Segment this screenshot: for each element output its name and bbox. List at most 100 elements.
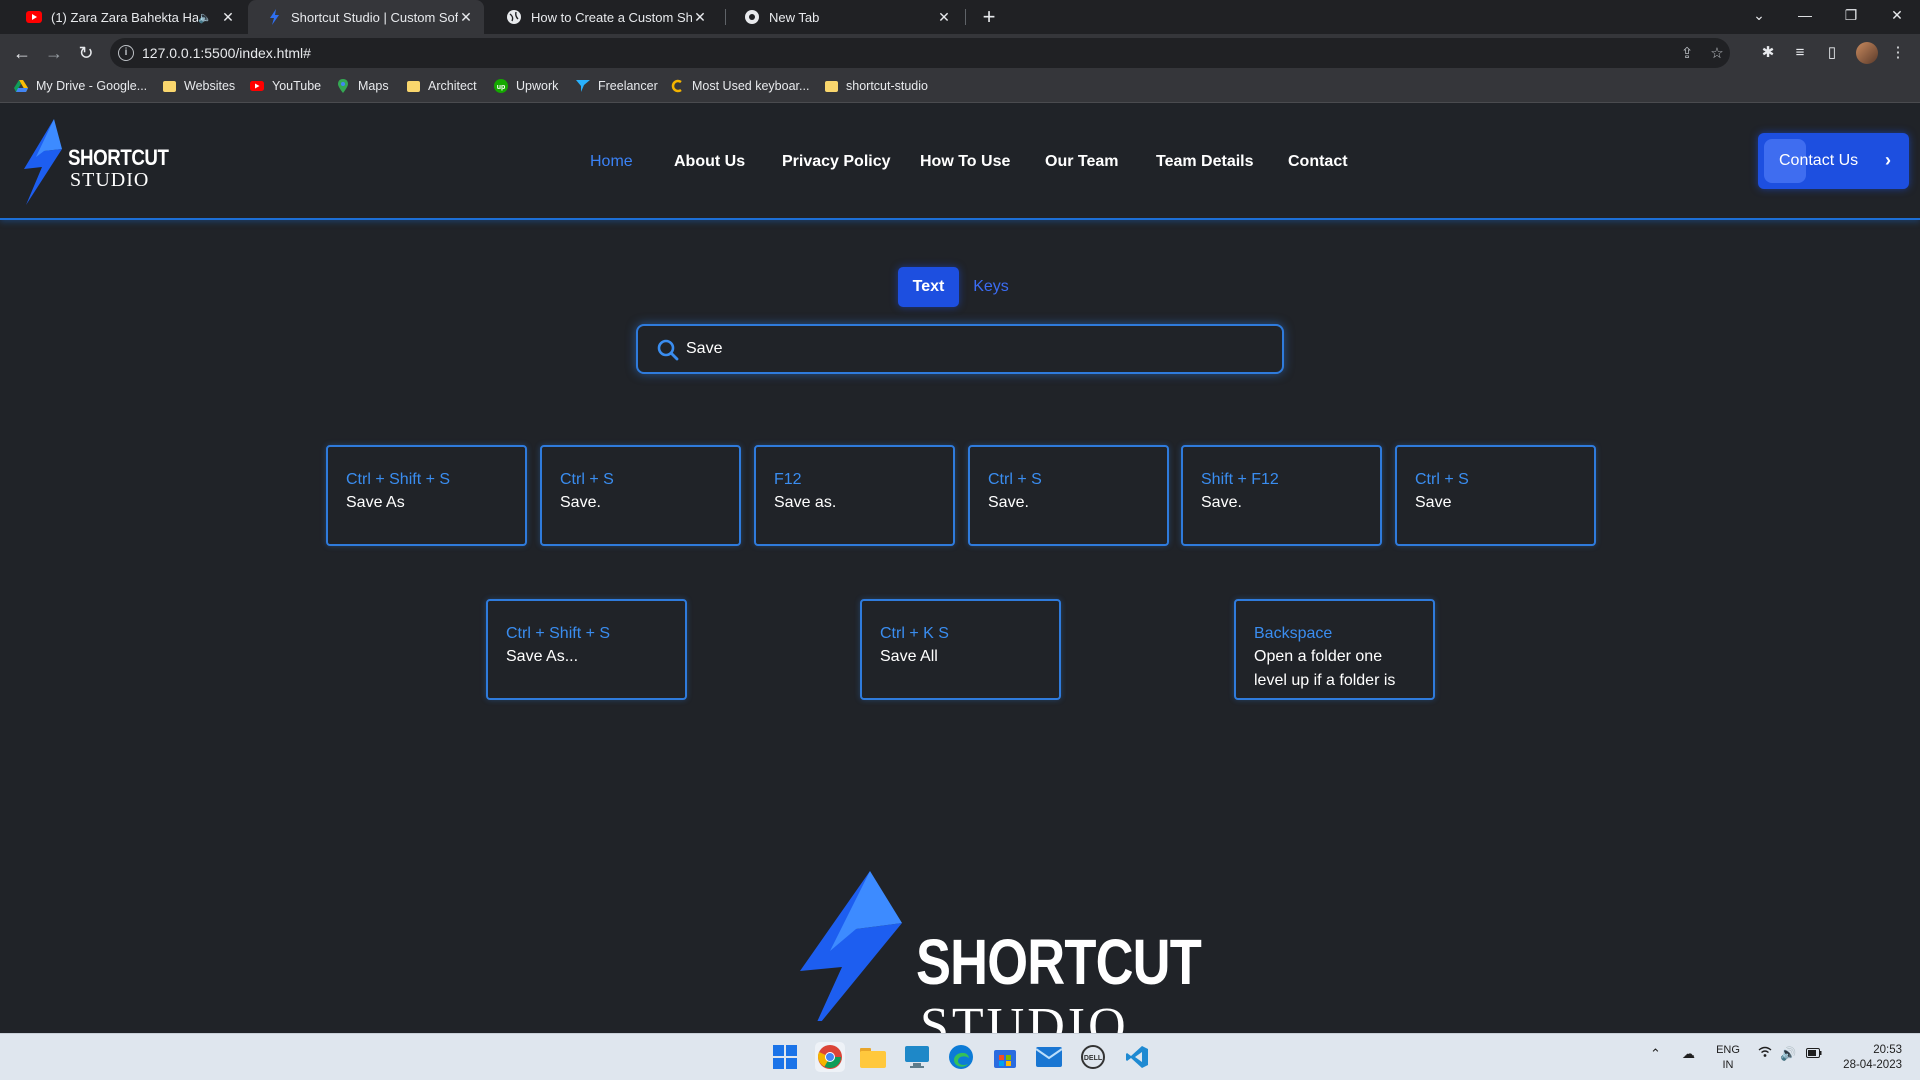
forward-button[interactable]: → [40,39,68,67]
tab-separator [965,9,966,25]
bookmark-freelancer[interactable]: Freelancer [576,79,658,93]
nav-home[interactable]: Home [590,153,633,171]
shortcut-keys: Ctrl + K S [880,625,949,642]
restore-button[interactable]: ❐ [1828,0,1874,30]
shortcut-card[interactable]: Backspace Open a folder one level up if … [1234,599,1435,700]
text-toggle-button[interactable]: Text [898,267,959,307]
bolt-logo-icon [24,119,62,205]
language-code: ENG [1716,1044,1740,1056]
wifi-icon[interactable] [1758,1046,1772,1061]
shortcut-description: Save. [560,494,601,511]
file-explorer-icon[interactable] [858,1042,888,1072]
close-tab-icon[interactable]: ✕ [692,9,708,26]
contact-us-button[interactable]: Contact Us › [1758,133,1909,189]
dell-icon[interactable]: DELL [1078,1042,1108,1072]
address-bar[interactable]: i 127.0.0.1:5500/index.html# ⇪ ☆ [110,38,1730,68]
bookmark-websites[interactable]: Websites [162,79,235,93]
folder-icon [406,79,420,93]
speaker-muted-icon[interactable]: 🔈 [198,11,212,24]
shortcut-description: Save. [988,494,1029,511]
c-icon [670,79,684,93]
nav-contact[interactable]: Contact [1288,153,1348,171]
bookmarks-bar: My Drive - Google... Websites YouTube Ma… [0,71,1920,103]
bookmark-shortcut-studio[interactable]: shortcut-studio [824,79,928,93]
extensions-icon[interactable]: ✱ [1758,43,1778,63]
shortcut-card[interactable]: Ctrl + S Save [1395,445,1596,546]
show-hidden-icons-icon[interactable]: ⌃ [1650,1046,1661,1062]
clock-time: 20:53 [1873,1044,1902,1056]
bookmark-upwork[interactable]: up Upwork [494,79,558,93]
volume-icon[interactable]: 🔊 [1780,1046,1796,1062]
shortcut-card[interactable]: Ctrl + S Save. [540,445,741,546]
close-tab-icon[interactable]: ✕ [220,9,236,26]
bookmark-label: Most Used keyboar... [692,79,810,93]
browser-tab-how-to[interactable]: How to Create a Custom Shortcu ✕ [488,0,718,34]
bookmark-label: Websites [184,79,236,93]
back-button[interactable]: ← [8,39,36,67]
edge-icon[interactable] [946,1042,976,1072]
nav-our-team[interactable]: Our Team [1045,153,1119,171]
minimize-button[interactable]: — [1782,0,1828,30]
new-tab-button[interactable]: + [975,3,1003,31]
share-icon[interactable]: ⇪ [1678,45,1696,63]
language-indicator[interactable]: ENG IN [1714,1043,1742,1073]
clock[interactable]: 20:53 28-04-2023 [1836,1043,1902,1073]
menu-kebab-icon[interactable]: ⋮ [1888,43,1908,63]
bookmark-star-icon[interactable]: ☆ [1708,45,1726,63]
shortcut-card[interactable]: Ctrl + Shift + S Save As... [486,599,687,700]
battery-icon[interactable] [1806,1046,1822,1061]
close-window-button[interactable]: ✕ [1874,0,1920,30]
youtube-icon [26,9,42,25]
shortcut-card[interactable]: Ctrl + S Save. [968,445,1169,546]
reload-button[interactable]: ↻ [72,39,100,67]
bookmark-label: My Drive - Google... [36,79,148,93]
footer-logo-subtitle: STUDIO [920,998,1129,1033]
bookmark-my-drive[interactable]: My Drive - Google... [14,79,147,93]
shortcut-keys: Ctrl + Shift + S [506,625,611,642]
close-tab-icon[interactable]: ✕ [936,9,952,26]
bookmark-maps[interactable]: Maps [336,79,389,93]
bookmark-most-used[interactable]: Most Used keyboar... [670,79,809,93]
site-info-icon[interactable]: i [118,45,134,61]
drive-icon [14,79,28,93]
shortcut-keys: Ctrl + Shift + S [346,471,451,488]
mail-icon[interactable] [1034,1042,1064,1072]
media-control-icon[interactable]: ≡ [1790,43,1810,63]
desktop-icon[interactable] [902,1042,932,1072]
onedrive-icon[interactable]: ☁ [1682,1046,1695,1062]
profile-avatar[interactable] [1856,42,1878,64]
shortcut-keys: Ctrl + S [988,471,1042,488]
search-input[interactable] [686,336,1246,362]
close-tab-icon[interactable]: ✕ [458,9,474,26]
tab-title: (1) Zara Zara Bahekta Hai [Sl [51,9,199,25]
nav-team-details[interactable]: Team Details [1156,153,1254,171]
tab-title: How to Create a Custom Shortcu [531,9,692,25]
bookmark-architect[interactable]: Architect [406,79,477,93]
shortcut-card[interactable]: Shift + F12 Save. [1181,445,1382,546]
bookmark-label: Upwork [516,79,559,93]
bookmark-label: shortcut-studio [846,79,928,93]
browser-tab-shortcut-studio[interactable]: Shortcut Studio | Custom Softwa ✕ [248,0,484,34]
shortcut-card[interactable]: F12 Save as. [754,445,955,546]
shortcut-keys: Ctrl + S [1415,471,1469,488]
chevron-right-icon: › [1885,150,1891,170]
chrome-taskbar-icon[interactable] [815,1042,845,1072]
browser-tab-youtube[interactable]: (1) Zara Zara Bahekta Hai [Sl 🔈 ✕ [8,0,246,34]
nav-about-us[interactable]: About Us [674,153,745,171]
site-logo[interactable]: SHORTCUT STUDIO [20,119,169,205]
start-windows-icon[interactable] [770,1042,800,1072]
side-panel-icon[interactable]: ▯ [1822,43,1842,63]
shortcut-card[interactable]: Ctrl + K S Save All [860,599,1061,700]
bookmark-youtube[interactable]: YouTube [250,79,321,93]
tab-search-icon[interactable]: ⌄ [1736,0,1782,30]
shortcut-card[interactable]: Ctrl + Shift + S Save As [326,445,527,546]
nav-how-to-use[interactable]: How To Use [920,153,1010,171]
vscode-icon[interactable] [1122,1042,1152,1072]
nav-privacy-policy[interactable]: Privacy Policy [782,153,891,171]
browser-tab-new-tab[interactable]: New Tab ✕ [726,0,962,34]
search-icon [657,339,679,361]
microsoft-store-icon[interactable] [990,1042,1020,1072]
keys-toggle-button[interactable]: Keys [968,267,1014,307]
shortcut-description: Open a folder one level up if a folder i… [1254,648,1396,689]
url-text[interactable]: 127.0.0.1:5500/index.html# [142,45,311,61]
